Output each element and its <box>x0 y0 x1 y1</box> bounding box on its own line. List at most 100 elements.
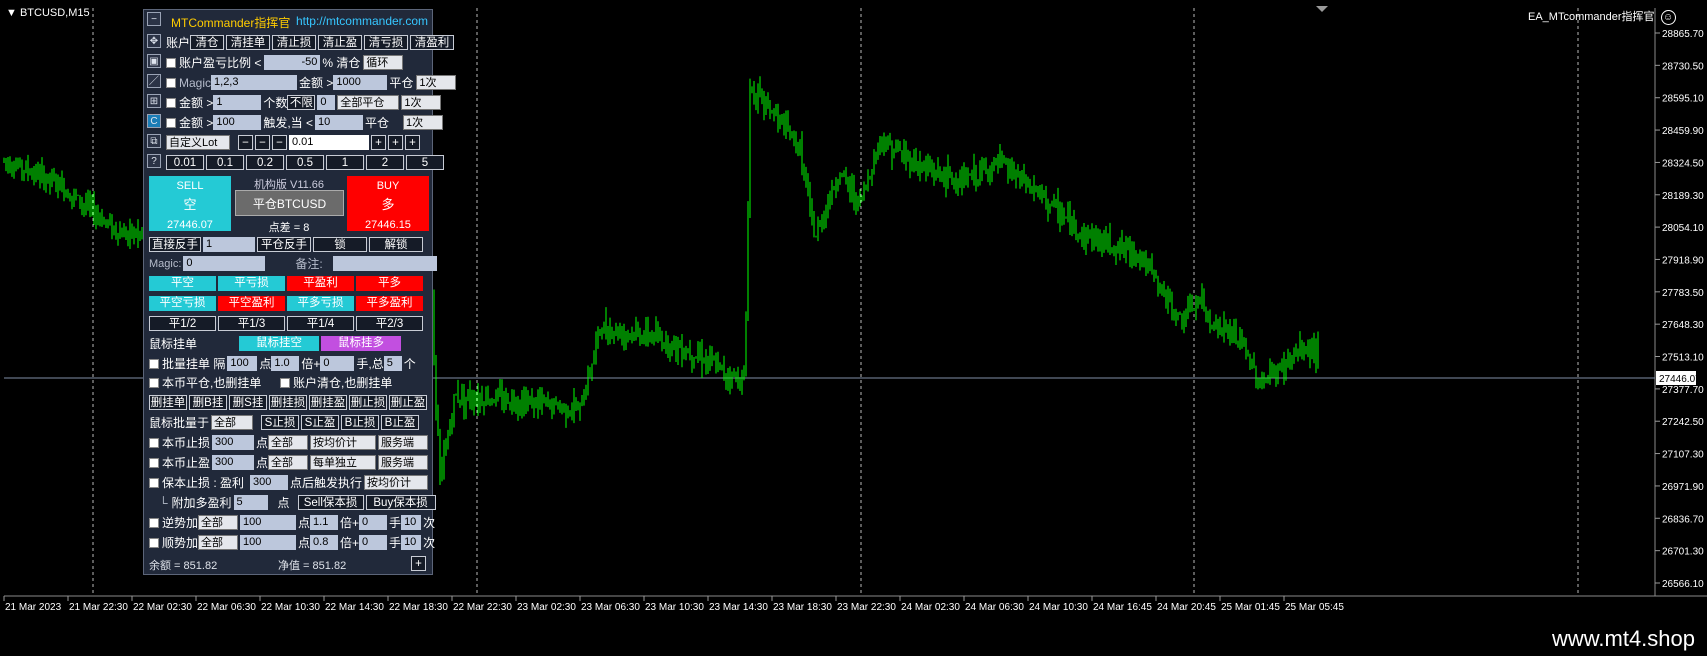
preset-button[interactable]: 1 <box>326 155 364 170</box>
close-reverse-button[interactable]: 平仓反手 <box>257 237 311 252</box>
sell-button[interactable]: SELL 空 27446.07 <box>149 176 231 231</box>
trend-times-input[interactable]: 10 <box>401 535 422 550</box>
trigger-amount-input[interactable]: 100 <box>213 115 262 130</box>
close-long-profit-button[interactable]: 平多盈利 <box>356 296 423 311</box>
counter-trend-mult-input[interactable]: 1.1 <box>310 515 339 530</box>
c-icon[interactable]: C <box>147 114 161 128</box>
close-quarter-button[interactable]: 平1/4 <box>287 316 354 331</box>
close-mode-select[interactable]: 全部平仓 <box>337 95 400 110</box>
batch-add-input[interactable]: 0 <box>320 356 355 371</box>
lock-button[interactable]: 锁 <box>313 237 367 252</box>
close-third-button[interactable]: 平1/3 <box>218 316 285 331</box>
batch-mult-input[interactable]: 1.0 <box>271 356 300 371</box>
magic-input[interactable]: 1,2,3 <box>211 75 298 90</box>
lot-minus-3[interactable]: − <box>272 135 287 150</box>
close-symbol-button[interactable]: 平仓BTCUSD <box>235 190 344 216</box>
clear-sl-button[interactable]: 清止损 <box>272 35 317 50</box>
counter-trend-add-input[interactable]: 0 <box>359 515 388 530</box>
lot-mode-select[interactable]: 自定义Lot <box>166 135 230 150</box>
breakeven-input[interactable]: 300 <box>250 475 289 490</box>
clear-all-button[interactable]: 清仓 <box>190 35 225 50</box>
stop-loss-calc-select[interactable]: 按均价计 <box>310 435 377 450</box>
close-short-loss-button[interactable]: 平空亏损 <box>149 296 216 311</box>
delete-buy-pending-button[interactable]: 删B挂 <box>189 395 227 410</box>
buy-tp-button[interactable]: B止盈 <box>381 415 420 430</box>
stop-loss-side-select[interactable]: 服务端 <box>378 435 429 450</box>
lock-icon[interactable]: ▣ <box>147 54 161 68</box>
lot-plus-1[interactable]: + <box>371 135 386 150</box>
lot-plus-2[interactable]: + <box>388 135 403 150</box>
magic-checkbox[interactable] <box>166 77 176 88</box>
take-profit-input[interactable]: 300 <box>212 455 255 470</box>
expand-button[interactable]: + <box>411 556 426 571</box>
trigger-input[interactable]: 10 <box>315 115 364 130</box>
close-long-button[interactable]: 平多 <box>356 276 423 291</box>
amount-count-input[interactable]: 1 <box>213 95 262 110</box>
delete-pending-tp-button[interactable]: 删挂盈 <box>309 395 347 410</box>
trend-add-input[interactable]: 0 <box>359 535 388 550</box>
trigger-checkbox[interactable] <box>166 117 176 128</box>
close-short-button[interactable]: 平空 <box>149 276 216 291</box>
trend-points-input[interactable]: 100 <box>240 535 297 550</box>
line-icon[interactable]: ／ <box>147 74 161 88</box>
mouse-batch-select[interactable]: 全部 <box>211 415 254 430</box>
close-half-button[interactable]: 平1/2 <box>149 316 216 331</box>
preset-button[interactable]: 0.01 <box>166 155 204 170</box>
delete-pending-sl-button[interactable]: 删挂损 <box>269 395 307 410</box>
buy-breakeven-button[interactable]: Buy保本损 <box>365 495 436 510</box>
preset-button[interactable]: 0.2 <box>246 155 284 170</box>
lot-input[interactable]: 0.01 <box>289 135 369 150</box>
delete-sell-pending-button[interactable]: 删S挂 <box>229 395 267 410</box>
pnl-ratio-input[interactable]: -50 <box>264 55 321 70</box>
menu-triangle-icon[interactable]: ▼ <box>6 7 17 19</box>
magic-note-input[interactable]: 0 <box>183 256 266 271</box>
pnl-mode-select[interactable]: 循环 <box>363 55 404 70</box>
count-input[interactable]: 0 <box>317 95 336 110</box>
breakeven-checkbox[interactable] <box>149 477 159 488</box>
fractal-icon[interactable]: ⊞ <box>147 94 161 108</box>
sell-sl-button[interactable]: S止损 <box>261 415 300 430</box>
limit-button[interactable]: 不限 <box>287 95 316 110</box>
preset-button[interactable]: 0.1 <box>206 155 244 170</box>
times-select[interactable]: 1次 <box>416 75 457 90</box>
account-close-delete-checkbox[interactable] <box>280 377 290 388</box>
times-select-2[interactable]: 1次 <box>401 95 442 110</box>
amount-count-checkbox[interactable] <box>166 97 176 108</box>
preset-button[interactable]: 0.5 <box>286 155 324 170</box>
counter-trend-scope-select[interactable]: 全部 <box>198 515 239 530</box>
mouse-buy-pending-button[interactable]: 鼠标挂多 <box>321 336 401 351</box>
close-short-profit-button[interactable]: 平空盈利 <box>218 296 285 311</box>
close-two-thirds-button[interactable]: 平2/3 <box>356 316 423 331</box>
delete-tp-button[interactable]: 删止盈 <box>389 395 427 410</box>
panel-url[interactable]: http://mtcommander.com <box>296 14 428 28</box>
trend-scope-select[interactable]: 全部 <box>198 535 239 550</box>
note-input[interactable] <box>332 256 437 271</box>
sell-tp-button[interactable]: S止盈 <box>301 415 340 430</box>
unlock-button[interactable]: 解锁 <box>369 237 423 252</box>
counter-trend-checkbox[interactable] <box>149 517 159 528</box>
counter-trend-points-input[interactable]: 100 <box>240 515 297 530</box>
clear-profit-button[interactable]: 清盈利 <box>410 35 455 50</box>
take-profit-calc-select[interactable]: 每单独立 <box>310 455 377 470</box>
clear-pending-button[interactable]: 清挂单 <box>226 35 271 50</box>
lot-minus-1[interactable]: − <box>238 135 253 150</box>
trend-mult-input[interactable]: 0.8 <box>310 535 339 550</box>
preset-button[interactable]: 5 <box>406 155 444 170</box>
mouse-sell-pending-button[interactable]: 鼠标挂空 <box>239 336 319 351</box>
trend-checkbox[interactable] <box>149 537 159 548</box>
lot-plus-3[interactable]: + <box>405 135 420 150</box>
clear-tp-button[interactable]: 清止盈 <box>318 35 363 50</box>
delete-pending-button[interactable]: 删挂单 <box>149 395 187 410</box>
stop-loss-scope-select[interactable]: 全部 <box>268 435 309 450</box>
reverse-input[interactable]: 1 <box>203 237 255 252</box>
sell-breakeven-button[interactable]: Sell保本损 <box>297 495 364 510</box>
batch-checkbox[interactable] <box>149 358 159 369</box>
direct-reverse-button[interactable]: 直接反手 <box>149 237 201 252</box>
clear-loss-button[interactable]: 清亏损 <box>364 35 409 50</box>
amount-input[interactable]: 1000 <box>333 75 388 90</box>
help-icon[interactable]: ? <box>147 154 161 168</box>
buy-button[interactable]: BUY 多 27446.15 <box>347 176 429 231</box>
extra-profit-input[interactable]: 5 <box>233 495 268 510</box>
take-profit-checkbox[interactable] <box>149 457 159 468</box>
close-profit-button[interactable]: 平盈利 <box>287 276 354 291</box>
